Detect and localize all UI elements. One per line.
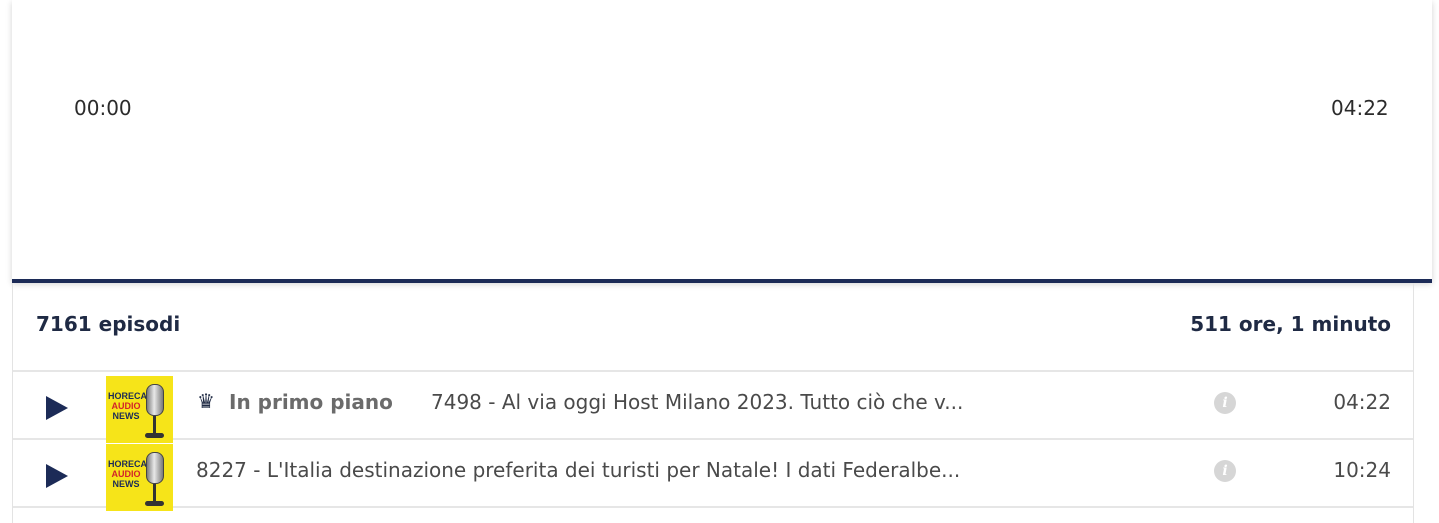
featured-label: In primo piano [229, 390, 393, 414]
microphone-icon [146, 452, 164, 484]
audio-player: 00:00 04:22 [12, 0, 1432, 282]
episode-duration: 10:24 [1333, 458, 1391, 482]
current-time: 00:00 [74, 96, 132, 120]
podcast-cover: HORECA AUDIO NEWS [106, 444, 173, 511]
info-icon[interactable]: i [1214, 460, 1236, 482]
episode-count: 7161 episodi [36, 312, 181, 336]
total-time: 04:22 [1331, 96, 1389, 120]
info-icon[interactable]: i [1214, 392, 1236, 414]
play-icon[interactable] [46, 464, 68, 488]
cover-logo-text: HORECA AUDIO NEWS [108, 391, 148, 421]
episode-row[interactable]: HORECA AUDIO NEWS 8227 - L'Italia destin… [13, 440, 1413, 511]
episode-title[interactable]: 8227 - L'Italia destinazione preferita d… [196, 458, 1131, 482]
cover-logo-text: HORECA AUDIO NEWS [108, 459, 148, 489]
podcast-cover: HORECA AUDIO NEWS [106, 376, 173, 443]
episode-duration: 04:22 [1333, 390, 1391, 414]
episode-list: 7161 episodi 511 ore, 1 minuto HORECA AU… [12, 283, 1414, 523]
episode-title[interactable]: 7498 - Al via oggi Host Milano 2023. Tut… [431, 390, 1131, 414]
total-duration: 511 ore, 1 minuto [1190, 312, 1391, 336]
crown-icon: ♛ [197, 389, 215, 413]
play-icon[interactable] [46, 396, 68, 420]
episode-row[interactable]: HORECA AUDIO NEWS ♛ In primo piano 7498 … [13, 372, 1413, 443]
microphone-icon [146, 384, 164, 416]
episode-list-header: 7161 episodi 511 ore, 1 minuto [13, 283, 1413, 372]
